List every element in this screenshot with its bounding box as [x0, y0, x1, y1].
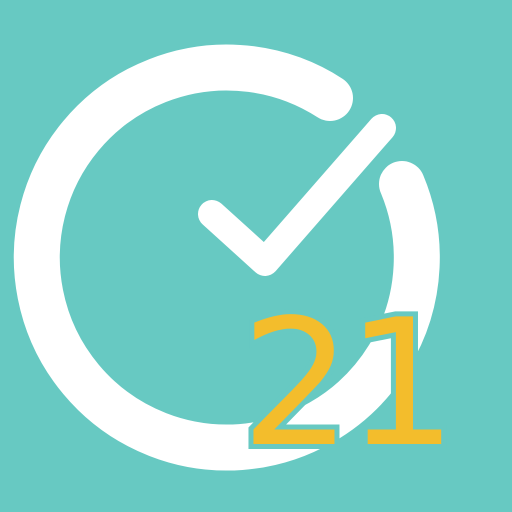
year-digits: 21 — [236, 278, 463, 491]
digits-text: 21 — [241, 283, 452, 486]
app-icon: 21 — [0, 0, 512, 512]
app-icon-artwork: 21 — [0, 0, 512, 512]
